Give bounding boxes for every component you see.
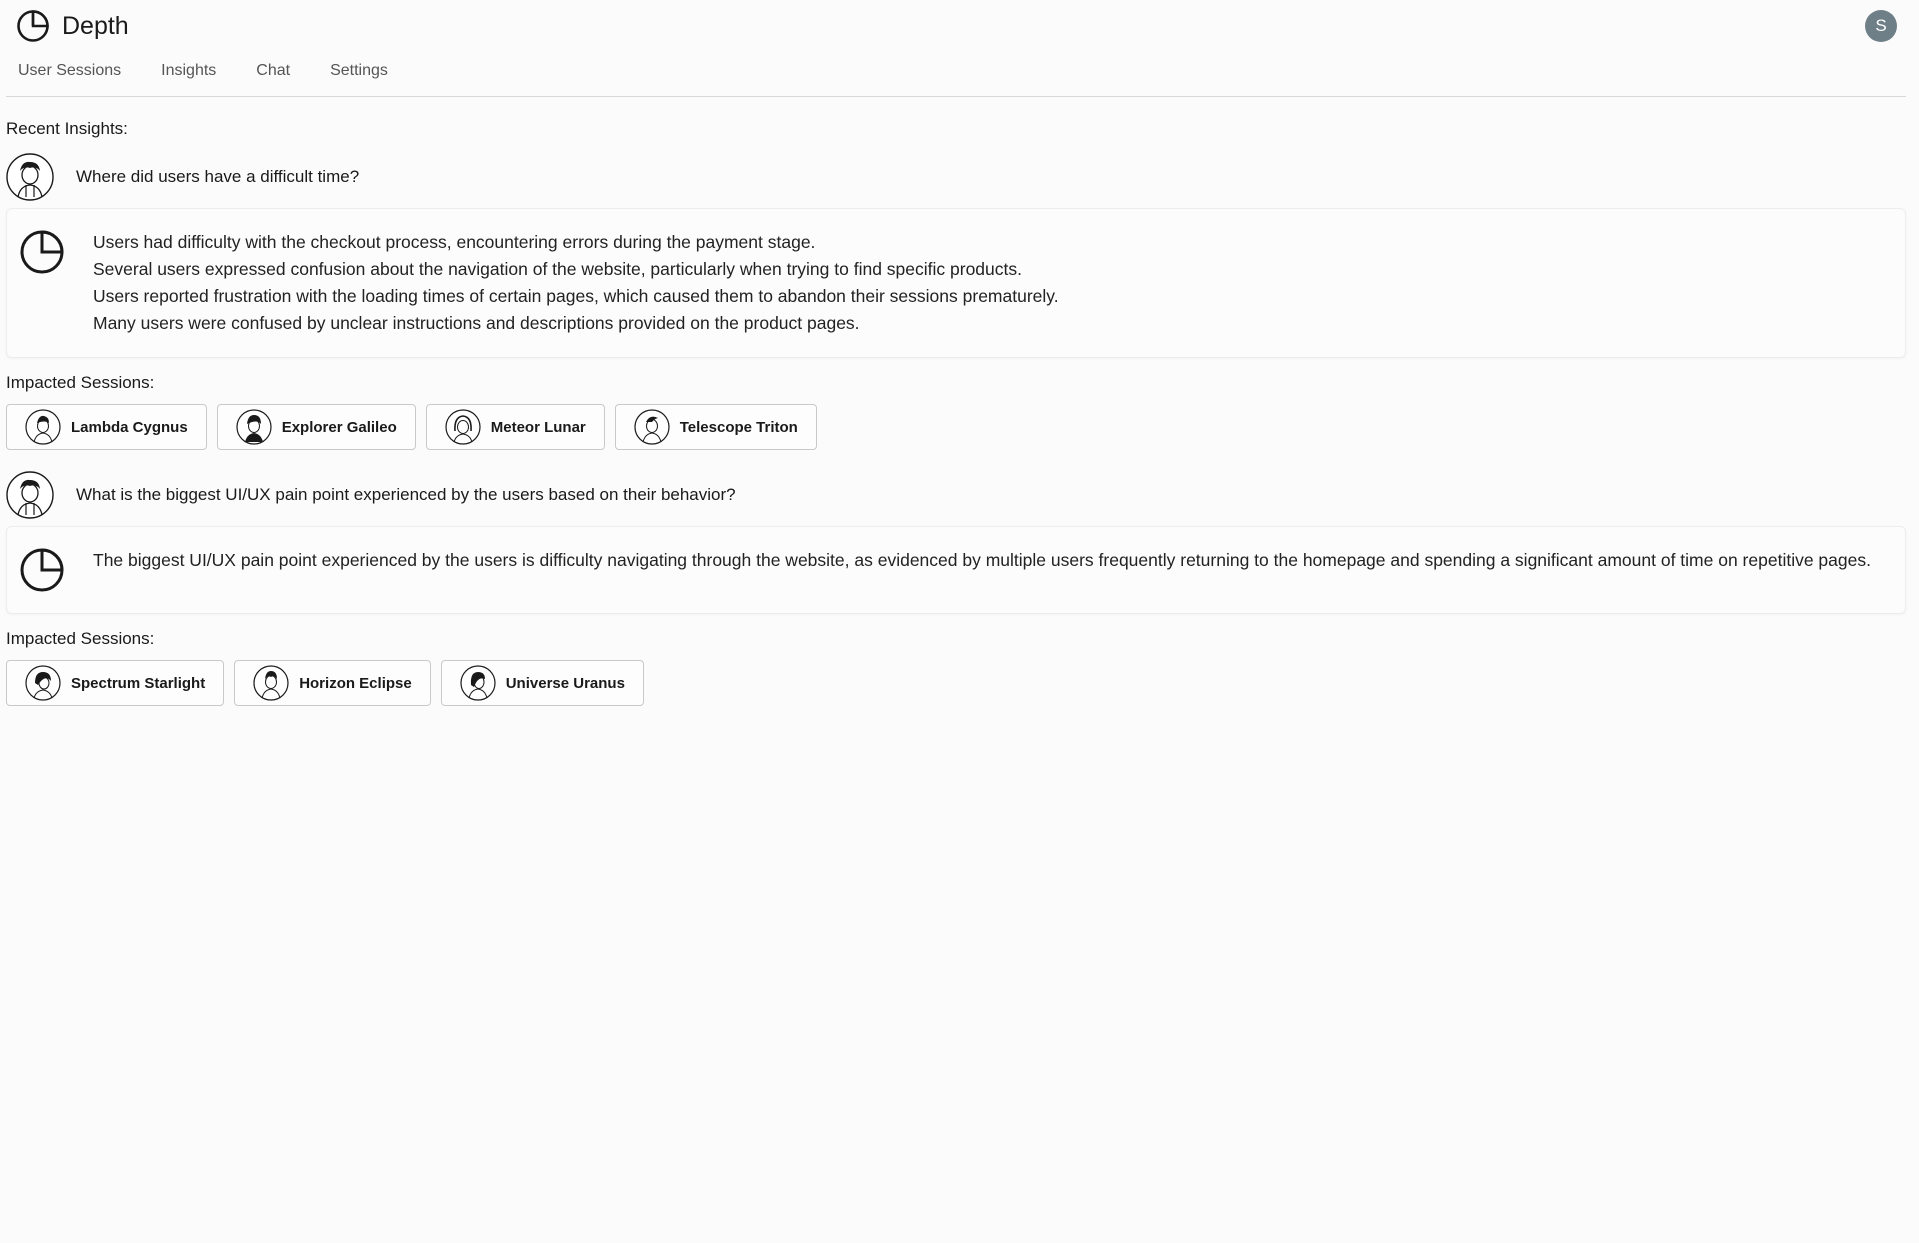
session-chip[interactable]: Meteor Lunar (425, 404, 605, 450)
answer-line: Many users were confused by unclear inst… (93, 313, 860, 333)
user-avatar-icon (460, 665, 496, 701)
session-name: Lambda Cygnus (71, 418, 188, 436)
answer-line: Users had difficulty with the checkout p… (93, 232, 816, 252)
answer-line: Several users expressed confusion about … (93, 259, 1022, 279)
answer-line: The biggest UI/UX pain point experienced… (93, 550, 1871, 570)
insights-panel: Recent Insights: Where did users have a … (6, 118, 1906, 706)
tab-settings[interactable]: Settings (318, 56, 400, 80)
question-text: Where did users have a difficult time? (76, 167, 360, 186)
depth-logo-icon (17, 10, 49, 42)
nav-tabs: User Sessions Insights Chat Settings (6, 56, 1906, 97)
answer-text: Users had difficulty with the checkout p… (93, 229, 1059, 337)
insight-question: Where did users have a difficult time? (6, 152, 1906, 202)
top-bar: Depth S (0, 0, 1919, 52)
session-chip[interactable]: Horizon Eclipse (234, 660, 431, 706)
depth-logo-icon (20, 548, 64, 592)
session-chip[interactable]: Explorer Galileo (216, 404, 416, 450)
answer-line: Users reported frustration with the load… (93, 286, 1059, 306)
session-chip[interactable]: Telescope Triton (614, 404, 817, 450)
user-avatar-icon (6, 153, 54, 201)
answer-card: Users had difficulty with the checkout p… (6, 208, 1906, 358)
app-name: Depth (62, 11, 129, 40)
tab-user-sessions[interactable]: User Sessions (6, 56, 133, 80)
impacted-sessions-list: Spectrum Starlight Horizon Eclipse Unive… (6, 660, 1906, 706)
user-avatar-icon (25, 409, 61, 445)
depth-logo-icon (20, 230, 64, 274)
session-chip[interactable]: Spectrum Starlight (6, 660, 225, 706)
user-avatar-icon (236, 409, 272, 445)
session-name: Spectrum Starlight (71, 674, 206, 692)
impacted-sessions-heading: Impacted Sessions: (6, 629, 155, 648)
brand[interactable]: Depth (16, 8, 129, 44)
session-chip[interactable]: Universe Uranus (440, 660, 644, 706)
session-chip[interactable]: Lambda Cygnus (6, 404, 207, 450)
impacted-sessions-list: Lambda Cygnus Explorer Galileo Meteor Lu… (6, 404, 1906, 450)
user-avatar-icon (634, 409, 670, 445)
user-avatar-icon (253, 665, 289, 701)
user-avatar-icon (25, 665, 61, 701)
session-name: Explorer Galileo (281, 418, 397, 436)
question-text: What is the biggest UI/UX pain point exp… (76, 485, 736, 504)
insight-question: What is the biggest UI/UX pain point exp… (6, 470, 1906, 520)
recent-insights-heading: Recent Insights: (6, 119, 128, 138)
session-name: Telescope Triton (679, 418, 798, 436)
app-window: Depth S User Sessions Insights Chat Sett… (0, 0, 1919, 1243)
session-name: Universe Uranus (505, 674, 625, 692)
tab-insights[interactable]: Insights (149, 56, 228, 80)
impacted-sessions-heading: Impacted Sessions: (6, 373, 155, 392)
answer-text: The biggest UI/UX pain point experienced… (93, 547, 1871, 593)
session-name: Meteor Lunar (490, 418, 586, 436)
user-avatar-button[interactable]: S (1865, 10, 1897, 42)
user-avatar-icon (6, 471, 54, 519)
answer-card: The biggest UI/UX pain point experienced… (6, 526, 1906, 614)
tab-chat[interactable]: Chat (244, 56, 302, 80)
user-avatar-icon (445, 409, 481, 445)
session-name: Horizon Eclipse (299, 674, 412, 692)
